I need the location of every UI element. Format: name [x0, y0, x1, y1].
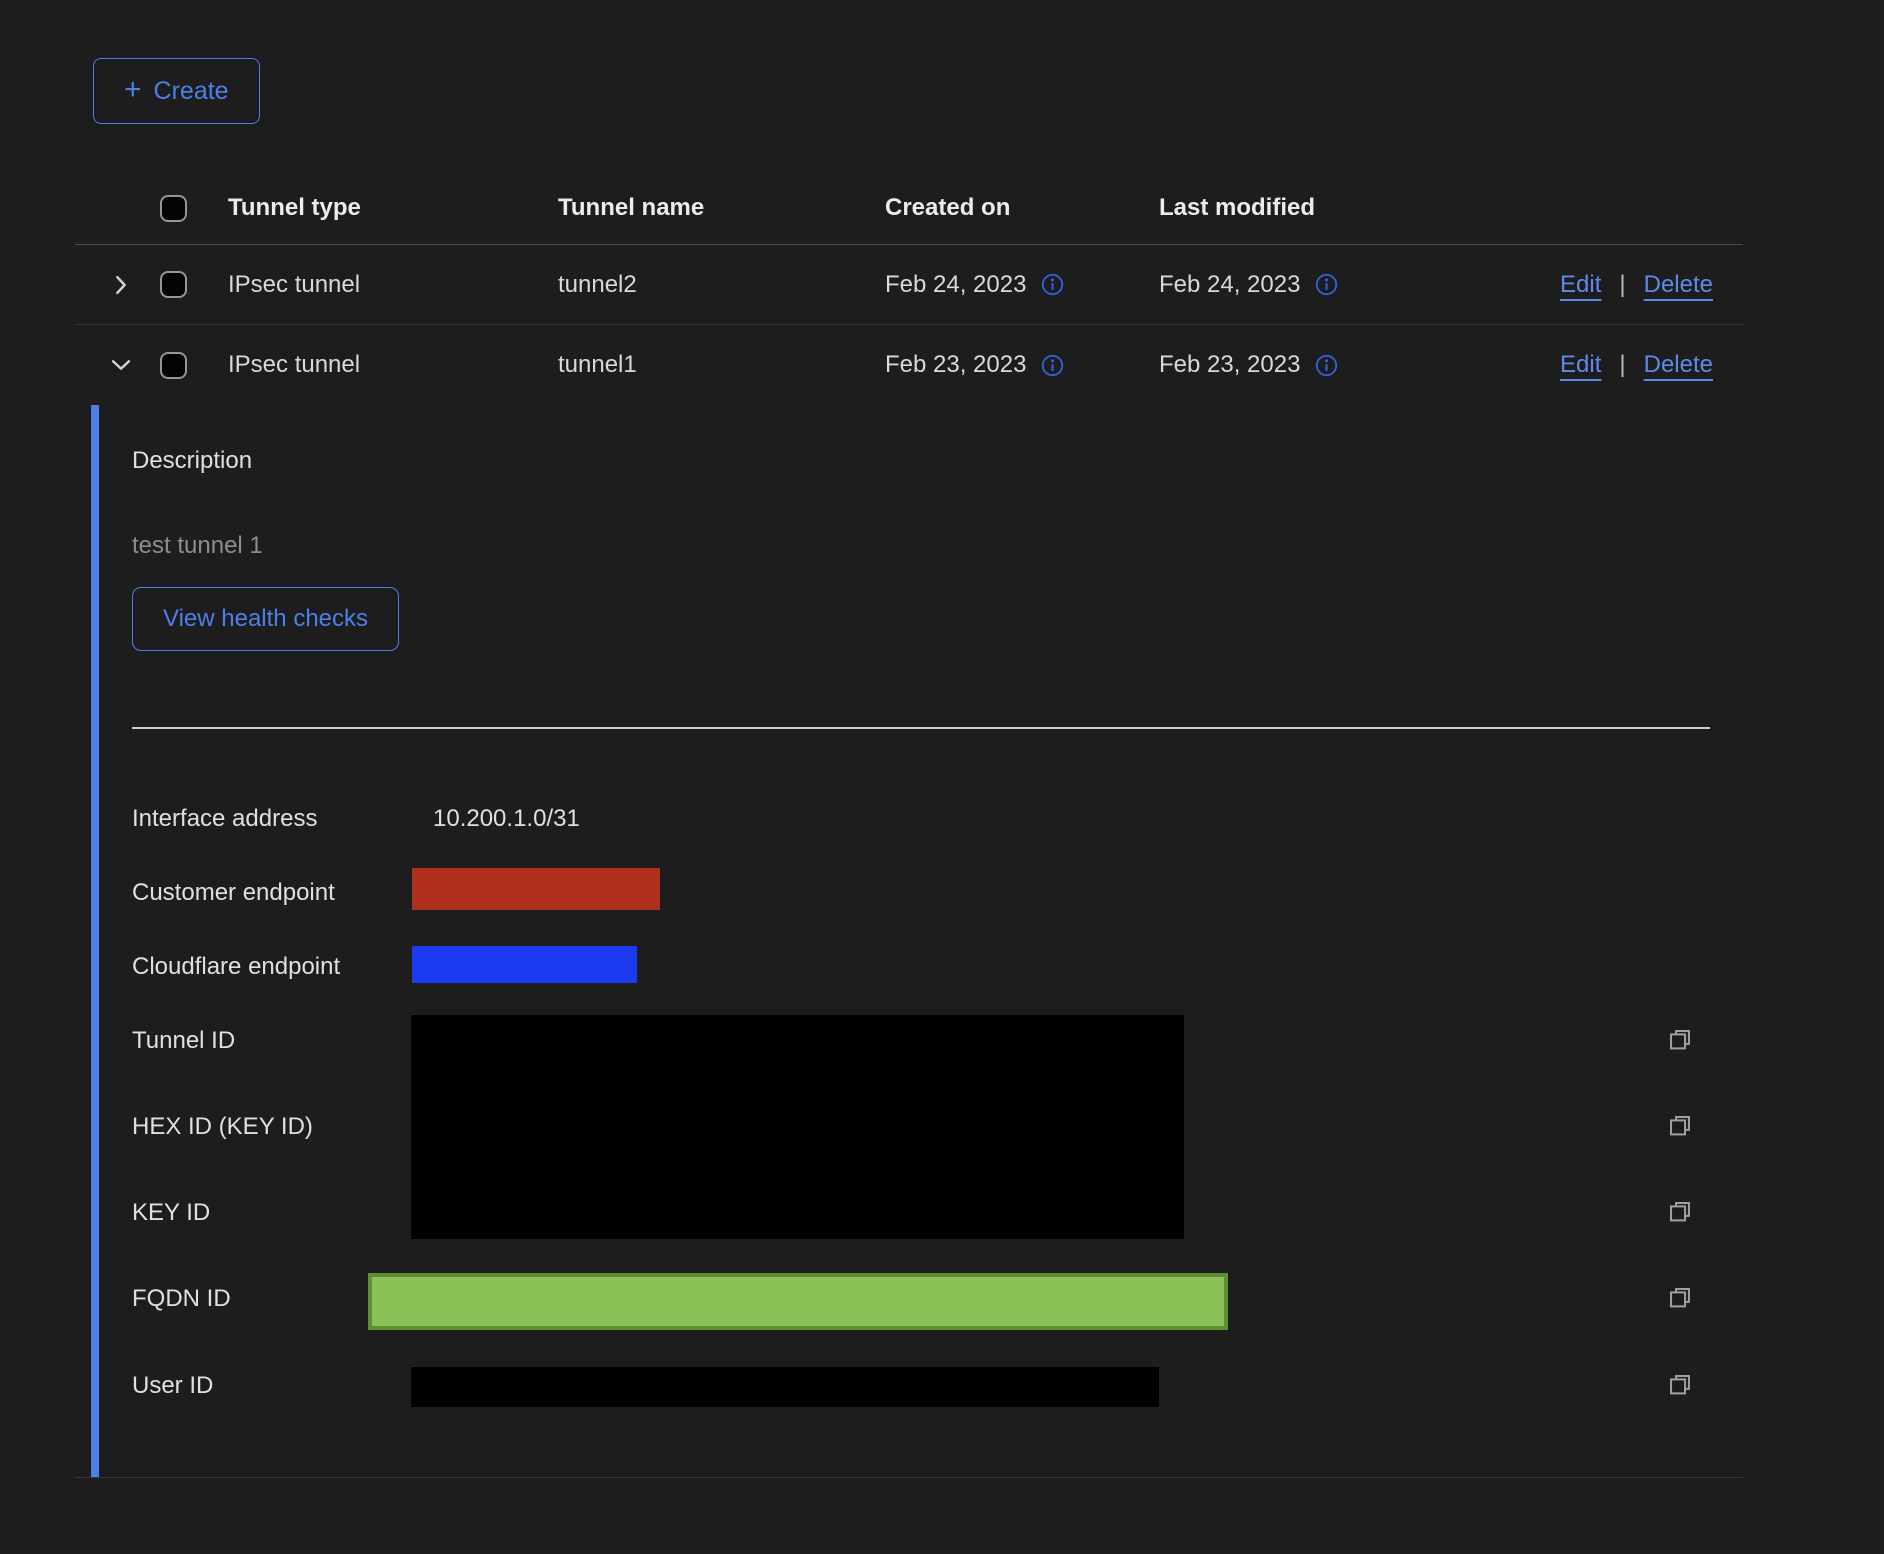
plus-icon: +: [124, 75, 142, 105]
fqdn-id-label: FQDN ID: [132, 1285, 231, 1313]
last-modified-value: Feb 23, 2023: [1159, 351, 1300, 379]
table-header-row: Tunnel type Tunnel name Created on Last …: [75, 172, 1743, 245]
edit-link[interactable]: Edit: [1560, 271, 1601, 299]
delete-link[interactable]: Delete: [1644, 351, 1713, 379]
row-checkbox[interactable]: [160, 271, 187, 298]
header-last-modified: Last modified: [1159, 194, 1495, 222]
copy-icon[interactable]: [1663, 1195, 1697, 1229]
ids-redaction: [411, 1015, 1184, 1239]
row-actions: Edit | Delete: [1560, 271, 1743, 299]
row-checkbox[interactable]: [160, 352, 187, 379]
hex-id-label: HEX ID (KEY ID): [132, 1113, 313, 1141]
customer-endpoint-label: Customer endpoint: [132, 879, 335, 907]
created-on-value: Feb 24, 2023: [885, 271, 1026, 299]
action-separator: |: [1619, 271, 1625, 299]
view-health-checks-button[interactable]: View health checks: [132, 587, 399, 651]
info-icon[interactable]: [1041, 273, 1064, 296]
expanded-row-indicator-bar: [91, 405, 99, 1477]
info-icon[interactable]: [1315, 354, 1338, 377]
tunnel-type-value: IPsec tunnel: [228, 351, 558, 379]
tunnel-type-value: IPsec tunnel: [228, 271, 558, 299]
copy-icon[interactable]: [1663, 1368, 1697, 1402]
description-value: test tunnel 1: [132, 532, 263, 560]
tunnel-detail-panel: Description test tunnel 1 View health ch…: [75, 405, 1743, 1478]
edit-link[interactable]: Edit: [1560, 351, 1601, 379]
tunnels-page: + Create Tunnel type Tunnel name Created…: [0, 0, 1884, 1554]
key-id-label: KEY ID: [132, 1199, 210, 1227]
user-id-label: User ID: [132, 1372, 213, 1400]
tunnel-name-value: tunnel2: [558, 271, 885, 299]
copy-icon[interactable]: [1663, 1281, 1697, 1315]
header-tunnel-type: Tunnel type: [228, 194, 558, 222]
chevron-right-icon[interactable]: [108, 272, 134, 298]
table-row: IPsec tunnel tunnel1 Feb 23, 2023 Feb 23…: [75, 325, 1743, 405]
created-on-value: Feb 23, 2023: [885, 351, 1026, 379]
header-tunnel-name: Tunnel name: [558, 194, 885, 222]
cloudflare-endpoint-redaction: [412, 946, 637, 983]
last-modified-cell: Feb 23, 2023: [1159, 351, 1495, 379]
delete-link[interactable]: Delete: [1644, 271, 1713, 299]
customer-endpoint-redaction: [412, 868, 660, 910]
interface-address-value: 10.200.1.0/31: [433, 805, 580, 833]
info-icon[interactable]: [1315, 273, 1338, 296]
description-label: Description: [132, 447, 252, 475]
copy-icon[interactable]: [1663, 1023, 1697, 1057]
header-created-on: Created on: [885, 194, 1159, 222]
tunnel-id-label: Tunnel ID: [132, 1027, 235, 1055]
fqdn-id-redaction: [368, 1273, 1228, 1330]
copy-icon[interactable]: [1663, 1109, 1697, 1143]
user-id-redaction: [411, 1367, 1159, 1407]
action-separator: |: [1619, 351, 1625, 379]
last-modified-value: Feb 24, 2023: [1159, 271, 1300, 299]
chevron-down-icon[interactable]: [108, 352, 134, 378]
last-modified-cell: Feb 24, 2023: [1159, 271, 1495, 299]
section-divider: [132, 727, 1710, 729]
select-all-checkbox[interactable]: [160, 195, 187, 222]
cloudflare-endpoint-label: Cloudflare endpoint: [132, 953, 340, 981]
create-button-label: Create: [154, 77, 229, 106]
row-actions: Edit | Delete: [1560, 351, 1743, 379]
create-button[interactable]: + Create: [93, 58, 260, 124]
table-row: IPsec tunnel tunnel2 Feb 24, 2023 Feb 24…: [75, 245, 1743, 325]
tunnels-table: Tunnel type Tunnel name Created on Last …: [75, 172, 1743, 1478]
created-on-cell: Feb 23, 2023: [885, 351, 1159, 379]
tunnel-name-value: tunnel1: [558, 351, 885, 379]
interface-address-label: Interface address: [132, 805, 317, 833]
info-icon[interactable]: [1041, 354, 1064, 377]
created-on-cell: Feb 24, 2023: [885, 271, 1159, 299]
